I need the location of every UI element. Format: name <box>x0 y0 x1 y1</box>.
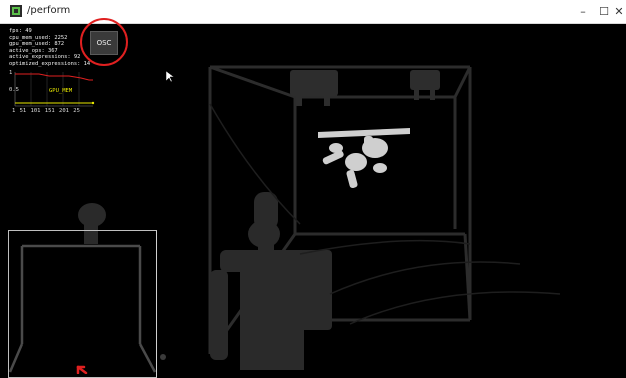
stat-optimized-expressions: optimized_expressions: 14 <box>9 60 91 67</box>
stat-active-ops: active_ops: 367 <box>9 47 58 54</box>
graph-y-max: 1 <box>9 70 13 76</box>
graph-series-label: GPU_MEM <box>49 88 73 94</box>
mouse-cursor-icon <box>165 68 175 87</box>
stat-cpu-mem: cpu_mem_used: 2252 <box>9 34 68 41</box>
app-icon <box>10 5 22 17</box>
stat-gpu-mem: gpu_mem_used: 872 <box>9 41 65 48</box>
stat-fps: fps: 49 <box>9 28 32 34</box>
osc-button[interactable]: OSC <box>90 31 118 55</box>
window-title: /perform <box>27 5 71 16</box>
secondary-viewport[interactable] <box>8 230 157 378</box>
stat-active-expressions: active_expressions: 92 <box>9 54 81 61</box>
performance-stats: fps: 49 cpu_mem_used: 2252 gpu_mem_used:… <box>9 28 90 68</box>
performance-graph: 1 0.5 GPU_MEM 1 51 101 151 201 25 <box>9 70 95 120</box>
graph-y-mid: 0.5 <box>9 87 19 93</box>
graph-x-ticks: 1 51 101 151 201 25 <box>12 108 80 114</box>
close-button[interactable]: ✕ <box>612 0 626 23</box>
render-viewport[interactable]: fps: 49 cpu_mem_used: 2252 gpu_mem_used:… <box>0 18 626 378</box>
